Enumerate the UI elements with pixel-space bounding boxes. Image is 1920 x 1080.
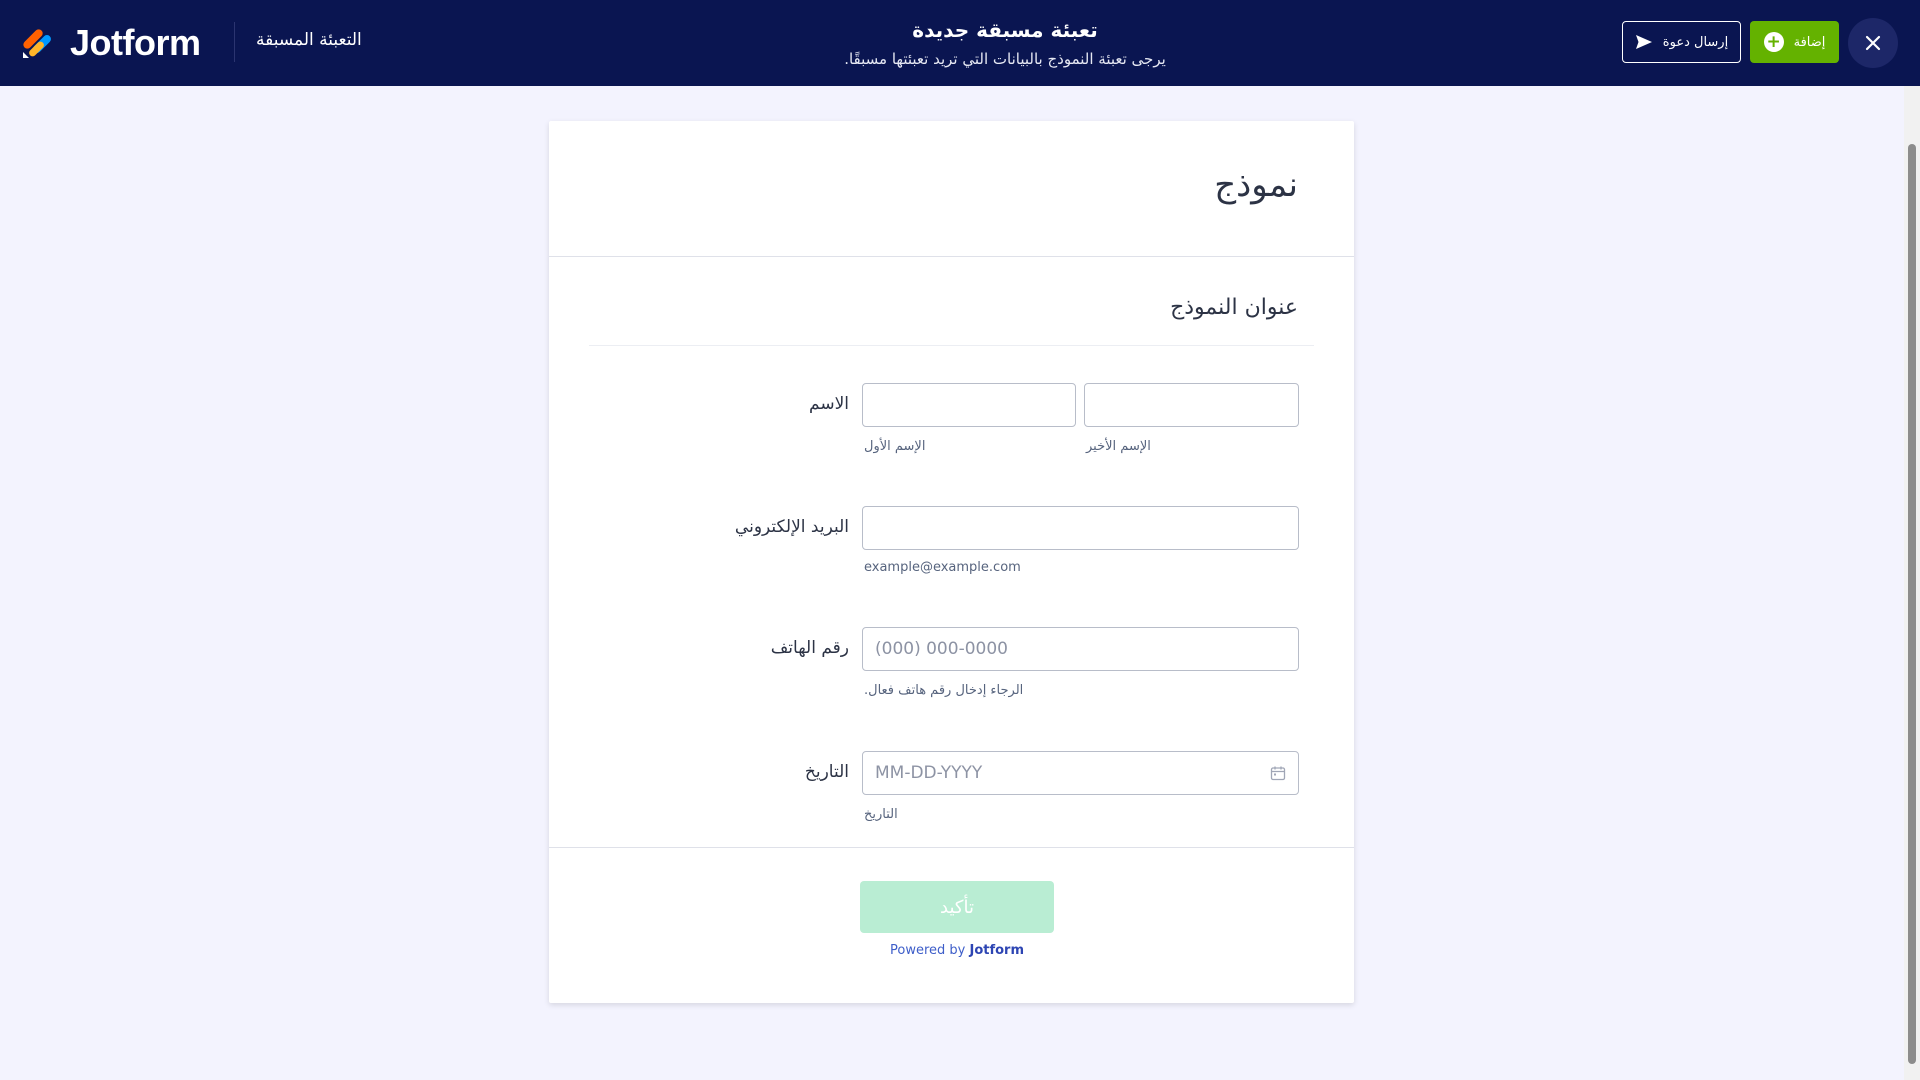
jotform-logo-icon: [22, 29, 51, 59]
date-input[interactable]: MM-DD-YYYY: [862, 751, 1299, 795]
phone-sublabel: الرجاء إدخال رقم هاتف فعال.: [864, 683, 1024, 698]
add-button[interactable]: + إضافة: [1750, 21, 1839, 63]
powered-by[interactable]: Powered by Jotform: [860, 943, 1054, 958]
send-invite-label: إرسال دعوة: [1662, 34, 1729, 50]
send-icon: [1635, 35, 1652, 49]
phone-input[interactable]: (000) 000-0000: [862, 627, 1299, 671]
email-input[interactable]: [862, 506, 1299, 550]
add-label: إضافة: [1793, 34, 1826, 50]
powered-prefix: Powered by: [889, 943, 966, 958]
email-label: البريد الإلكتروني: [734, 517, 849, 537]
section-heading: عنوان النموذج: [1170, 295, 1298, 320]
first-name-input[interactable]: [862, 383, 1076, 427]
page-subtitle: يرجى تعبئة النموذج بالبيانات التي تريد ت…: [844, 50, 1166, 68]
name-label: الاسم: [809, 394, 849, 414]
top-bar: Jotform التعبئة المسبقة تعبئة مسبقة جديد…: [0, 0, 1920, 86]
submit-button[interactable]: تأكيد: [860, 881, 1054, 933]
title-divider: [549, 256, 1354, 257]
send-invite-button[interactable]: إرسال دعوة: [1622, 21, 1741, 63]
phone-label: رقم الهاتف: [770, 638, 849, 658]
close-button[interactable]: [1848, 18, 1898, 68]
page-title: تعبئة مسبقة جديدة: [912, 18, 1098, 42]
jotform-logo[interactable]: Jotform: [20, 22, 201, 63]
close-icon: [1865, 35, 1881, 51]
section-label: التعبئة المسبقة: [256, 30, 362, 50]
form-title: نموذج: [1214, 165, 1298, 205]
last-name-sublabel: الإسم الأخير: [1086, 439, 1151, 454]
section-divider: [589, 345, 1314, 346]
plus-circle-icon: +: [1763, 32, 1784, 52]
date-label: التاريخ: [804, 762, 849, 782]
brand-name: Jotform: [70, 22, 201, 63]
date-placeholder: MM-DD-YYYY: [875, 763, 983, 783]
date-sublabel: التاريخ: [864, 807, 898, 822]
calendar-icon[interactable]: [1270, 765, 1286, 781]
first-name-sublabel: الإسم الأول: [864, 439, 926, 454]
header-divider: [234, 22, 235, 62]
last-name-input[interactable]: [1084, 383, 1299, 427]
email-sublabel: example@example.com: [864, 560, 1021, 575]
phone-placeholder: (000) 000-0000: [875, 639, 1008, 659]
form-card: نموذج عنوان النموذج الاسم الإسم الأول ال…: [549, 121, 1354, 1003]
footer-divider: [549, 847, 1354, 848]
scrollbar-thumb[interactable]: [1908, 144, 1916, 1064]
powered-brand: Jotform: [969, 943, 1025, 958]
page-scrollbar[interactable]: [1904, 86, 1920, 1080]
